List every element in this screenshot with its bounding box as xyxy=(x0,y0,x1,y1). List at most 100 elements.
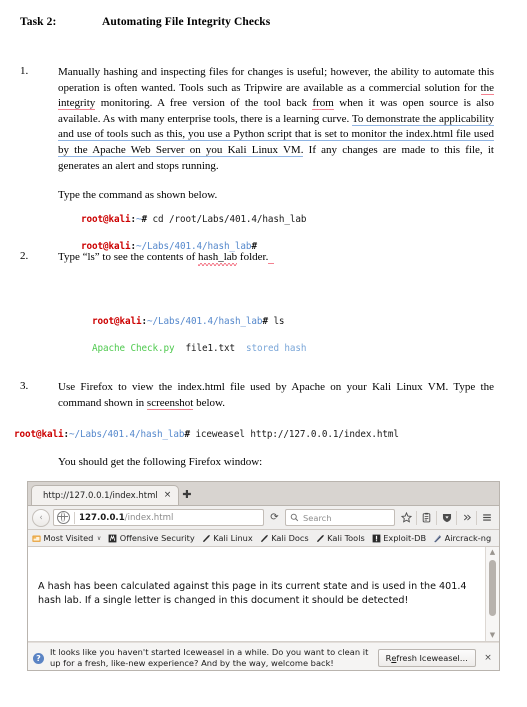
bookmark-label: Kali Docs xyxy=(271,533,309,543)
new-tab-icon[interactable]: ✚ xyxy=(180,488,194,502)
firefox-window: http://127.0.0.1/index.html × ✚ ‹ 127.0.… xyxy=(27,481,500,671)
step-1-text-b: monitoring. A free version of the tool b… xyxy=(95,97,313,110)
page-body-text: A hash has been calculated against this … xyxy=(38,581,467,606)
toolbar-divider-2 xyxy=(436,510,437,525)
step-1-paragraph: Manually hashing and inspecting files fo… xyxy=(58,65,495,174)
terminal-block-3: root@kali:~/Labs/401.4/hash_lab# iceweas… xyxy=(14,414,399,455)
bookmark-kali-docs[interactable]: Kali Docs xyxy=(260,533,309,543)
kali-dragon-icon xyxy=(260,534,268,542)
bookmarks-toolbar: Most Visited ∨ Offensive Security Kali L… xyxy=(28,530,499,547)
prompt-hash-4: # xyxy=(184,428,196,440)
bookmark-label: Offensive Security xyxy=(119,533,195,543)
refresh-iceweasel-button[interactable]: Re fresh Iceweasel… xyxy=(377,649,476,667)
toolbar-divider-4 xyxy=(476,510,477,525)
tab-strip: http://127.0.0.1/index.html × ✚ xyxy=(28,482,499,506)
notification-bar: ? It looks like you haven't started Icew… xyxy=(28,642,499,670)
ls-output-file: file1.txt xyxy=(185,342,235,354)
bookmark-most-visited[interactable]: Most Visited ∨ xyxy=(32,533,101,543)
notification-close-icon[interactable]: × xyxy=(482,653,494,663)
overflow-chevrons-icon[interactable] xyxy=(458,509,475,527)
bookmark-kali-linux[interactable]: Kali Linux xyxy=(202,533,253,543)
navigation-toolbar: ‹ 127.0.0.1/index.html ⟳ Search xyxy=(28,506,499,530)
ls-output-script: Apache Check.py xyxy=(92,342,175,354)
bookmark-kali-tools[interactable]: Kali Tools xyxy=(316,533,365,543)
bookmark-aircrack-ng[interactable]: Aircrack-ng xyxy=(433,533,491,543)
aircrack-icon xyxy=(434,534,441,542)
prompt-user-4: root@kali xyxy=(14,428,64,440)
bookmark-label: Kali Tools xyxy=(327,533,365,543)
prompt-hash-3: # xyxy=(262,315,274,327)
tab-title: http://127.0.0.1/index.html xyxy=(43,490,158,501)
bookmark-offensive-security[interactable]: Offensive Security xyxy=(108,533,195,543)
task-heading: Task 2: Automating File Integrity Checks xyxy=(20,16,270,28)
hamburger-menu-icon[interactable] xyxy=(478,509,495,527)
browser-tab[interactable]: http://127.0.0.1/index.html × xyxy=(31,485,180,505)
toolbar-divider-3 xyxy=(456,510,457,525)
spelling-error-you: you xyxy=(205,143,223,157)
prompt-user-1: root@kali xyxy=(81,213,131,225)
scroll-up-arrow-icon[interactable]: ▲ xyxy=(489,549,496,556)
spelling-error-hash-lab: hash_lab xyxy=(198,251,238,266)
ls-output-gap-2 xyxy=(235,343,246,354)
kali-dragon-icon xyxy=(202,534,210,542)
url-bar[interactable]: 127.0.0.1/index.html xyxy=(53,509,264,526)
step-3-text-after: below. xyxy=(193,396,226,409)
search-box[interactable]: Search xyxy=(285,509,395,526)
document-page: Task 2: Automating File Integrity Checks … xyxy=(0,0,527,707)
terminal-command-3: iceweasel http://127.0.0.1/index.html xyxy=(195,428,399,440)
reload-icon[interactable]: ⟳ xyxy=(267,509,282,526)
info-icon: ? xyxy=(33,652,44,664)
folder-icon xyxy=(32,535,41,542)
kali-dragon-icon xyxy=(316,534,324,542)
task-title: Automating File Integrity Checks xyxy=(102,16,271,28)
toolbar-icons xyxy=(398,509,495,527)
step-1-number: 1. xyxy=(20,65,29,77)
bookmark-star-icon[interactable] xyxy=(398,509,415,527)
url-host: 127.0.0.1 xyxy=(79,512,125,523)
terminal-block-2: root@kali:~/Labs/401.4/hash_lab# ls Apac… xyxy=(92,301,307,369)
tab-close-icon[interactable]: × xyxy=(164,491,172,500)
bookmark-label: Exploit-DB xyxy=(383,533,427,543)
step-2-number: 2. xyxy=(20,250,29,262)
chevron-down-icon: ∨ xyxy=(96,534,102,542)
step-3-paragraph: Use Firefox to view the index.html file … xyxy=(58,380,494,411)
step-2-paragraph: Type “ls” to see the contents of hash_la… xyxy=(58,250,494,266)
ls-output-dir: stored hash xyxy=(245,342,307,354)
notification-message: It looks like you haven't started Icewea… xyxy=(50,646,369,669)
prompt-user-3: root@kali xyxy=(92,315,142,327)
page-content-area: A hash has been calculated against this … xyxy=(28,547,499,642)
grammar-error-segment-end: Kali Linux VM. xyxy=(222,143,304,157)
vertical-scrollbar[interactable]: ▲ ▼ xyxy=(485,547,499,641)
spelling-error-trailing xyxy=(268,251,274,264)
prompt-hash-1: # xyxy=(141,213,153,225)
search-icon xyxy=(290,513,299,522)
url-divider xyxy=(74,511,75,524)
terminal-command-1: cd /root/Labs/401.4/hash_lab xyxy=(152,213,307,225)
url-path: /index.html xyxy=(124,512,174,523)
scroll-down-arrow-icon[interactable]: ▼ xyxy=(489,632,496,639)
bookmark-exploit-db[interactable]: Exploit-DB xyxy=(372,533,426,543)
step-2-text-before: Type “ls” to see the contents of xyxy=(58,251,199,263)
spelling-error-screenshot: screenshot xyxy=(146,396,194,410)
ls-output-gap-1 xyxy=(174,343,185,354)
back-button-icon[interactable]: ‹ xyxy=(32,508,50,527)
bookmark-label: Aircrack-ng xyxy=(444,533,492,543)
toolbar-divider-1 xyxy=(416,510,417,525)
library-clipboard-icon[interactable] xyxy=(418,509,435,527)
url-text: 127.0.0.1/index.html xyxy=(79,513,173,523)
offensive-security-icon xyxy=(108,534,117,542)
scrollbar-thumb[interactable] xyxy=(489,560,496,616)
step-2-text-after: folder. xyxy=(237,251,269,263)
firefox-caption: You should get the following Firefox win… xyxy=(58,456,263,468)
search-placeholder-text: Search xyxy=(303,512,332,523)
button-suffix: fresh Iceweasel… xyxy=(396,653,468,663)
terminal-command-2: ls xyxy=(273,315,285,327)
task-label: Task 2: xyxy=(20,16,57,28)
bookmark-label: Most Visited xyxy=(43,533,94,543)
step-3-text-before: Use Firefox to view the index.html file … xyxy=(58,381,494,409)
bookmark-label: Kali Linux xyxy=(213,533,253,543)
downloads-shield-icon[interactable] xyxy=(438,509,455,527)
globe-icon xyxy=(57,511,70,524)
step-1-text-a: Manually hashing and inspecting files fo… xyxy=(58,66,494,94)
exploit-db-icon xyxy=(372,534,381,542)
